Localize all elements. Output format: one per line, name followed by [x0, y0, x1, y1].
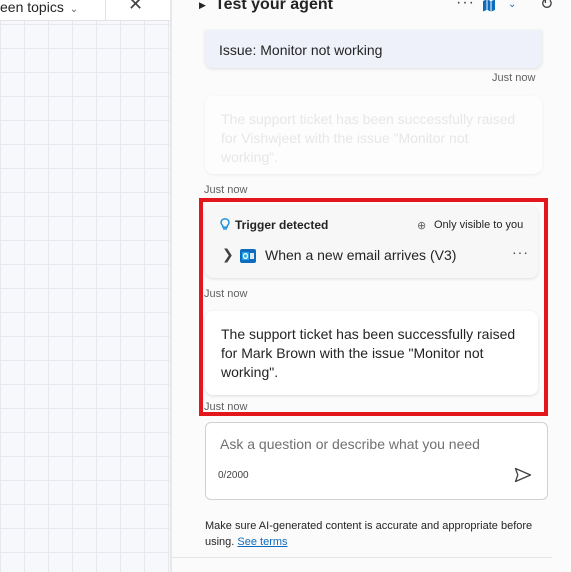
previous-reply-text: The support ticket has been successfully…	[221, 111, 516, 165]
message-input[interactable]	[218, 435, 522, 453]
panel-bottom-border	[172, 557, 552, 558]
chevron-right-icon[interactable]: ❯	[222, 246, 234, 263]
eye-icon: ⊕	[417, 220, 427, 232]
lightbulb-icon	[220, 218, 230, 236]
timestamp: Just now	[204, 401, 248, 413]
timestamp: Just now	[204, 184, 248, 196]
ai-disclaimer: Make sure AI-generated content is accura…	[205, 518, 555, 550]
send-icon[interactable]	[514, 467, 532, 488]
topic-canvas: een topics ⌄ ✕	[0, 0, 170, 572]
see-terms-link[interactable]: See terms	[237, 536, 287, 548]
visibility-label: Only visible to you	[434, 219, 524, 231]
previous-reply: The support ticket has been successfully…	[205, 96, 542, 174]
message-composer: 0/2000	[205, 422, 548, 500]
flow-name[interactable]: When a new email arrives (V3)	[265, 247, 456, 263]
more-icon[interactable]: ···	[512, 244, 529, 260]
character-counter: 0/2000	[218, 470, 249, 481]
agent-reply: The support ticket has been successfully…	[205, 311, 538, 395]
agent-reply-text: The support ticket has been successfully…	[221, 326, 516, 380]
close-icon[interactable]: ✕	[128, 0, 143, 15]
topics-label: een topics	[0, 0, 64, 15]
map-icon[interactable]	[482, 0, 496, 17]
collapse-caret-icon[interactable]: ▶	[199, 0, 206, 11]
user-message-text: Issue: Monitor not working	[219, 42, 383, 58]
refresh-icon[interactable]: ↻	[540, 0, 553, 14]
outlook-icon	[240, 249, 256, 268]
trigger-label: Trigger detected	[235, 218, 329, 232]
timestamp: Just now	[492, 72, 536, 84]
toolbar-divider	[105, 0, 106, 20]
test-agent-panel: ▶ Test your agent ··· ⌄ ↻ Issue: Monitor…	[172, 0, 571, 572]
more-icon[interactable]: ···	[456, 0, 475, 12]
timestamp: Just now	[204, 288, 248, 300]
panel-title: Test your agent	[215, 0, 333, 13]
chevron-down-icon: ⌄	[69, 4, 79, 15]
trigger-card: Trigger detected ⊕ Only visible to you ❯…	[205, 206, 538, 278]
panel-header: ▶ Test your agent ··· ⌄ ↻	[172, 0, 571, 20]
canvas-toolbar: een topics ⌄ ✕	[0, 0, 170, 21]
user-message: Issue: Monitor not working	[205, 30, 542, 68]
topics-dropdown[interactable]: een topics ⌄	[0, 0, 78, 15]
chevron-down-icon[interactable]: ⌄	[508, 0, 516, 10]
